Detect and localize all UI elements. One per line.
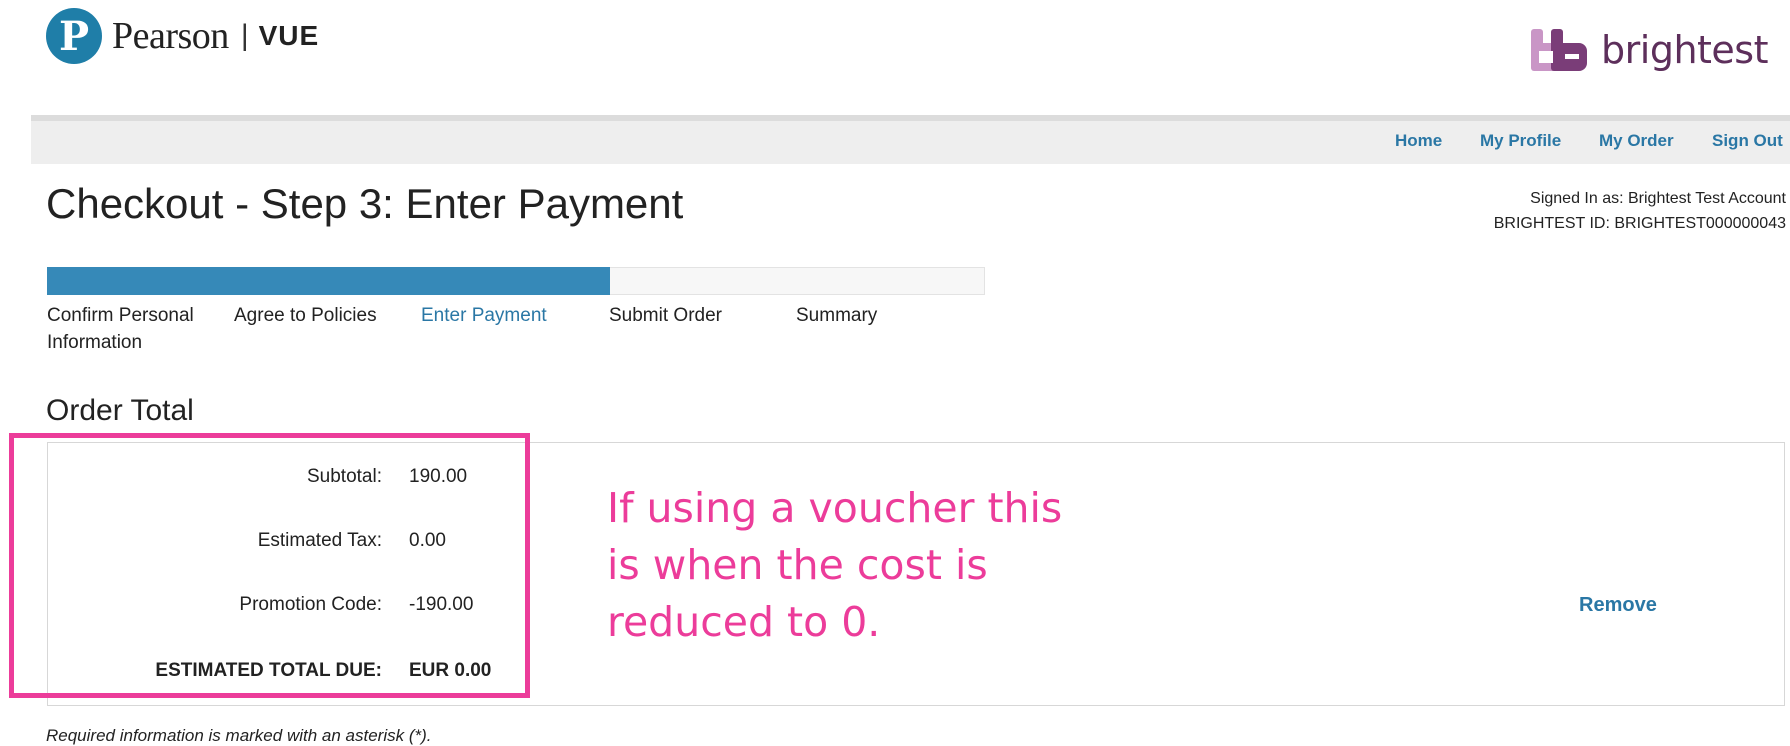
brightest-wordmark: brightest <box>1601 28 1768 72</box>
progress-fill <box>47 267 610 295</box>
step-submit-order: Submit Order <box>609 302 722 329</box>
order-total-heading: Order Total <box>46 394 194 427</box>
logo-separator: | <box>240 19 249 52</box>
brightest-id-text: BRIGHTEST ID: BRIGHTEST000000043 <box>1493 215 1786 232</box>
nav-home-link[interactable]: Home <box>1395 131 1442 151</box>
annotation-text: If using a voucher this is when the cost… <box>607 484 1063 646</box>
remove-promotion-link[interactable]: Remove <box>1579 594 1657 617</box>
step-label-line2: Information <box>47 332 143 353</box>
required-info-note: Required information is marked with an a… <box>46 726 432 745</box>
annotation-highlight-box <box>9 433 530 698</box>
brightest-logo: brightest <box>1529 22 1768 78</box>
step-label: Summary <box>796 305 878 326</box>
step-summary: Summary <box>796 302 877 329</box>
signed-in-text: Signed In as: Brightest Test Account <box>1530 190 1786 207</box>
pearson-vue-logo[interactable]: P Pearson | VUE <box>46 6 319 66</box>
step-label-line1: Confirm Personal <box>47 305 194 326</box>
nav-my-profile-link[interactable]: My Profile <box>1480 131 1561 151</box>
pearson-logo-icon: P <box>46 8 102 64</box>
brightest-logo-icon <box>1529 25 1593 75</box>
step-confirm-personal-information: Confirm Personal Information <box>47 302 194 356</box>
step-label: Agree to Policies <box>234 305 377 326</box>
nav-my-order-link[interactable]: My Order <box>1599 131 1674 151</box>
pearson-wordmark: Pearson <box>112 15 229 57</box>
account-info: Signed In as: Brightest Test Account BRI… <box>1494 186 1786 236</box>
step-label: Enter Payment <box>421 305 547 326</box>
page-title: Checkout - Step 3: Enter Payment <box>46 180 684 227</box>
nav-sign-out-link[interactable]: Sign Out <box>1712 131 1783 151</box>
step-label: Submit Order <box>609 305 722 326</box>
step-agree-to-policies: Agree to Policies <box>234 302 377 329</box>
step-enter-payment: Enter Payment <box>421 302 547 329</box>
vue-wordmark: VUE <box>258 20 320 51</box>
